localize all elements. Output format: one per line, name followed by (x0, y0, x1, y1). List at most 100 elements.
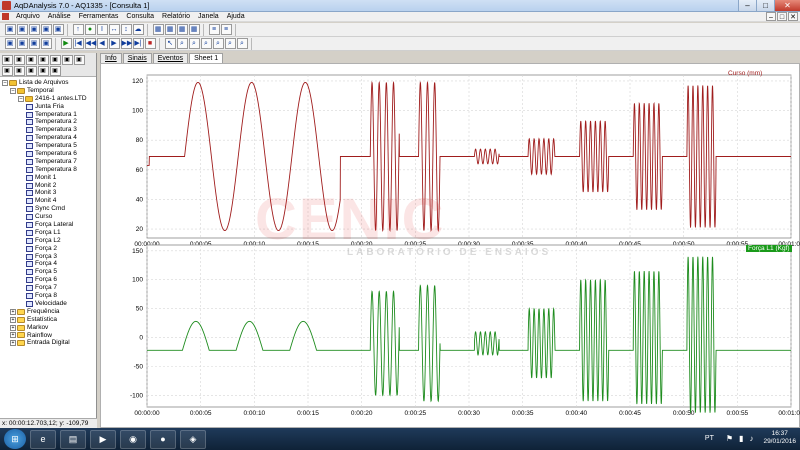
expand-toggle-icon[interactable]: – (2, 79, 8, 86)
tree-tool-icon[interactable]: ▣ (61, 54, 73, 65)
tab-sinais[interactable]: Sinais (122, 53, 152, 63)
toolbar-button[interactable]: ▣ (4, 24, 16, 35)
tab-eventos[interactable]: Eventos (152, 53, 189, 63)
nav-toolbar-button[interactable]: ▣ (28, 38, 40, 49)
tree-channel-item[interactable]: Força L1 (0, 229, 96, 237)
nav-toolbar-button[interactable]: ⌕ (224, 38, 236, 49)
mdi-restore-button[interactable]: □ (777, 12, 787, 21)
chrome-icon[interactable]: ◉ (120, 429, 146, 449)
close-button[interactable]: ✕ (774, 0, 800, 11)
tree-tool-icon[interactable]: ▣ (25, 65, 37, 76)
tree-folder-item[interactable]: + Rainflow (0, 332, 96, 340)
menu-ferramentas[interactable]: Ferramentas (75, 13, 123, 20)
nav-toolbar-button[interactable]: ▣ (16, 38, 28, 49)
nav-toolbar-button[interactable]: ◀◀ (84, 38, 96, 49)
tree-channel-item[interactable]: Força Lateral (0, 221, 96, 229)
tree-channel-item[interactable]: Força L2 (0, 237, 96, 245)
tree-channel-item[interactable]: Temperatura 8 (0, 166, 96, 174)
tree-channel-item[interactable]: Junta Fria (0, 103, 96, 111)
nav-toolbar-button[interactable]: ⌕ (188, 38, 200, 49)
signal-charts[interactable]: 20 40 60 80 100 120 00:00:00 0:00:05 0:00:10 0:00… (101, 64, 800, 429)
nav-toolbar-button[interactable]: ⌕ (236, 38, 248, 49)
tree-tool-icon[interactable]: ▣ (13, 54, 25, 65)
nav-toolbar-button[interactable]: ▶ (108, 38, 120, 49)
tree-tool-icon[interactable]: ▣ (49, 54, 61, 65)
tree-tool-icon[interactable]: ▣ (13, 65, 25, 76)
tree-channel-item[interactable]: Força 8 (0, 292, 96, 300)
tree-channel-item[interactable]: Monit 3 (0, 189, 96, 197)
menu-janela[interactable]: Janela (194, 13, 223, 20)
nav-toolbar-button[interactable]: ◀ (96, 38, 108, 49)
volume-icon[interactable]: ♪ (749, 434, 753, 443)
toolbar-button[interactable]: ● (84, 24, 96, 35)
tree-tool-icon[interactable]: ▣ (73, 54, 85, 65)
explorer-icon[interactable]: ▤ (60, 429, 86, 449)
tree-channel-item[interactable]: Força 3 (0, 253, 96, 261)
chart-area[interactable]: 20 40 60 80 100 120 00:00:00 0:00:05 0:00:10 0:00… (100, 63, 800, 428)
tree-tool-icon[interactable]: ▣ (1, 65, 13, 76)
document-icon[interactable] (2, 13, 9, 20)
tree-channel-item[interactable]: Sync Cmd (0, 205, 96, 213)
language-indicator[interactable]: PT (705, 435, 714, 442)
minimize-button[interactable]: – (738, 0, 756, 11)
tree-channel-item[interactable]: Força 7 (0, 284, 96, 292)
toolbar-button[interactable]: ▣ (40, 24, 52, 35)
tree-channel-item[interactable]: Temperatura 6 (0, 150, 96, 158)
toolbar-button[interactable]: ▦ (152, 24, 164, 35)
toolbar-button[interactable]: ▦ (164, 24, 176, 35)
expand-toggle-icon[interactable]: + (10, 316, 16, 323)
ie-icon[interactable]: e (30, 429, 56, 449)
toolbar-button[interactable]: ☁ (132, 24, 144, 35)
tree-channel-item[interactable]: Força 2 (0, 245, 96, 253)
tree-channel-item[interactable]: Temperatura 3 (0, 126, 96, 134)
menu-ajuda[interactable]: Ajuda (223, 13, 249, 20)
tree-channel-item[interactable]: Temperatura 5 (0, 142, 96, 150)
network-icon[interactable]: ▮ (739, 434, 743, 443)
tree-tool-icon[interactable]: ▣ (49, 65, 61, 76)
toolbar-button[interactable]: ↑ (72, 24, 84, 35)
nav-toolbar-button[interactable]: ▣ (4, 38, 16, 49)
nav-toolbar-button[interactable]: ⌕ (176, 38, 188, 49)
clock[interactable]: 16:37 29/01/2016 (763, 430, 796, 446)
tree-folder-item[interactable]: + Estatística (0, 316, 96, 324)
menu-relatorio[interactable]: Relatório (158, 13, 194, 20)
toolbar-button[interactable]: ▦ (188, 24, 200, 35)
tree-folder-item[interactable]: – 2416-1 antes.LTD (0, 95, 96, 103)
nav-toolbar-button[interactable]: ▣ (40, 38, 52, 49)
expand-toggle-icon[interactable]: + (10, 332, 16, 339)
flag-icon[interactable]: ⚑ (726, 434, 733, 443)
aqd-analysis-task-icon[interactable]: ◈ (180, 429, 206, 449)
tree-channel-item[interactable]: Temperatura 2 (0, 118, 96, 126)
tree-channel-item[interactable]: Força 4 (0, 260, 96, 268)
tree-tool-icon[interactable]: ▣ (1, 54, 13, 65)
nav-toolbar-button[interactable]: |◀ (72, 38, 84, 49)
tree-folder-item[interactable]: + Markov (0, 324, 96, 332)
tree-channel-item[interactable]: Força 5 (0, 268, 96, 276)
tree-channel-item[interactable]: Monit 1 (0, 174, 96, 182)
tab-info[interactable]: Info (100, 53, 122, 63)
expand-toggle-icon[interactable]: + (10, 324, 16, 331)
nav-toolbar-button[interactable]: ↖ (164, 38, 176, 49)
toolbar-button[interactable]: ≡ (208, 24, 220, 35)
tree-channel-item[interactable]: Velocidade (0, 300, 96, 308)
toolbar-button[interactable]: ▦ (176, 24, 188, 35)
tree-folder-item[interactable]: – Temporal (0, 87, 96, 95)
tree-channel-item[interactable]: Temperatura 7 (0, 158, 96, 166)
toolbar-button[interactable]: ↕ (120, 24, 132, 35)
nav-toolbar-button[interactable]: ▶| (132, 38, 144, 49)
toolbar-button[interactable]: ▣ (28, 24, 40, 35)
tree-channel-item[interactable]: Temperatura 1 (0, 111, 96, 119)
menu-consulta[interactable]: Consulta (122, 13, 158, 20)
nav-toolbar-button[interactable]: ▶ (60, 38, 72, 49)
app-task-icon[interactable]: ● (150, 429, 176, 449)
expand-toggle-icon[interactable]: + (10, 340, 16, 347)
nav-toolbar-button[interactable]: ⌕ (212, 38, 224, 49)
tree-folder-item[interactable]: + Entrada Digital (0, 339, 96, 347)
tree-folder-item[interactable]: – Lista de Arquivos (0, 79, 96, 87)
media-player-icon[interactable]: ▶ (90, 429, 116, 449)
expand-toggle-icon[interactable]: – (18, 95, 24, 102)
maximize-button[interactable]: □ (756, 0, 774, 11)
tree-channel-item[interactable]: Força 6 (0, 276, 96, 284)
nav-toolbar-button[interactable]: ⌕ (200, 38, 212, 49)
mdi-close-button[interactable]: ✕ (788, 12, 798, 21)
